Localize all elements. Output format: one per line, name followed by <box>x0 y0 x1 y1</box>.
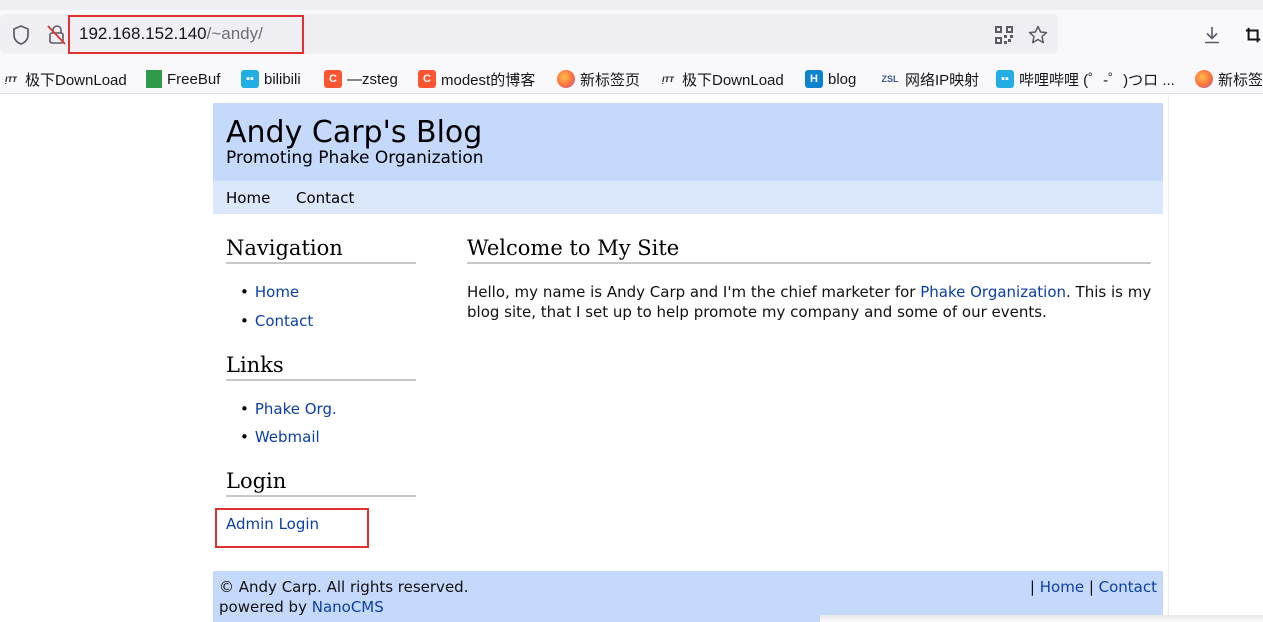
copyright-text: © Andy Carp. All rights reserved. <box>219 578 469 596</box>
page-edge <box>1168 95 1169 622</box>
shield-icon[interactable] <box>10 24 32 46</box>
admin-login-annotation-box <box>215 508 369 548</box>
bookmark-item[interactable]: ▪▪ bilibili <box>241 68 301 90</box>
site-header: Andy Carp's Blog Promoting Phake Organiz… <box>213 103 1163 181</box>
bookmarks-toolbar: ᴉᴛᴛ 极下DownLoad FreeBuf ▪▪ bilibili C —zsteg… <box>0 64 1263 94</box>
bookmark-item[interactable]: C —zsteg <box>324 68 398 90</box>
csdn-icon: C <box>324 70 342 88</box>
extension-icon[interactable] <box>1245 24 1263 46</box>
top-navigation: Home Contact <box>213 181 1163 214</box>
login-heading: Login <box>226 469 416 497</box>
topnav-home-link[interactable]: Home <box>226 189 270 207</box>
download-site-icon: ᴉᴛᴛ <box>5 73 17 85</box>
footer-links: | Home | Contact <box>1029 578 1157 596</box>
bookmark-item[interactable]: ▪▪ 哔哩哔哩 (゜-゜)つロ ... <box>996 68 1175 90</box>
links-heading: Links <box>226 353 416 381</box>
bookmark-item[interactable]: Hblog <box>805 68 856 90</box>
main-paragraph: Hello, my name is Andy Carp and I'm the … <box>467 283 1152 321</box>
insecure-lock-icon[interactable] <box>46 24 68 46</box>
bullet: • <box>240 428 249 446</box>
qr-code-icon[interactable] <box>994 25 1014 45</box>
site-tagline: Promoting Phake Organization <box>226 148 484 168</box>
bookmark-item[interactable]: ZSL 网络IP映射 <box>880 68 980 90</box>
nanocms-link[interactable]: NanoCMS <box>312 598 384 616</box>
bookmark-item[interactable]: Cmodest的博客 <box>418 68 535 90</box>
bookmark-star-icon[interactable] <box>1027 24 1049 46</box>
bookmark-item[interactable]: ᴉᴛᴛ 极下DownLoad <box>659 68 784 90</box>
powered-by: powered by NanoCMS <box>219 598 384 616</box>
zsl-icon: ZSL <box>881 74 899 84</box>
footer-home-link[interactable]: Home <box>1040 578 1084 596</box>
bookmark-item[interactable]: ᴉᴛᴛ 极下DownLoad <box>2 68 127 90</box>
download-site-icon: ᴉᴛᴛ <box>662 73 674 85</box>
freebuf-icon <box>146 70 162 88</box>
popup-edge <box>820 615 1263 622</box>
url-annotation-box <box>68 15 304 54</box>
bilibili-icon: ▪▪ <box>996 70 1014 88</box>
bookmark-item[interactable]: 新标签页 <box>557 68 640 90</box>
firefox-icon <box>1195 70 1213 88</box>
bullet: • <box>240 312 249 330</box>
sidebar-item-phake-org[interactable]: • Phake Org. <box>240 400 337 418</box>
window-top-strip <box>0 0 1263 10</box>
bullet: • <box>240 283 249 301</box>
bookmark-item[interactable]: FreeBuf <box>146 68 220 90</box>
footer-contact-link[interactable]: Contact <box>1099 578 1157 596</box>
navigation-heading: Navigation <box>226 236 416 264</box>
topnav-contact-link[interactable]: Contact <box>296 189 354 207</box>
bookmark-item[interactable]: 新标签 <box>1195 68 1263 90</box>
site-title: Andy Carp's Blog <box>226 115 483 150</box>
download-icon[interactable] <box>1201 24 1223 46</box>
phake-organization-link[interactable]: Phake Organization <box>920 283 1066 301</box>
sidebar-item-home[interactable]: • Home <box>240 283 299 301</box>
main-heading: Welcome to My Site <box>467 236 1151 264</box>
sidebar-item-contact[interactable]: • Contact <box>240 312 313 330</box>
bilibili-icon: ▪▪ <box>241 70 259 88</box>
csdn-icon: C <box>418 70 436 88</box>
hexo-icon: H <box>805 70 823 88</box>
sidebar-item-webmail[interactable]: • Webmail <box>240 428 320 446</box>
bullet: • <box>240 400 249 418</box>
firefox-icon <box>557 70 575 88</box>
